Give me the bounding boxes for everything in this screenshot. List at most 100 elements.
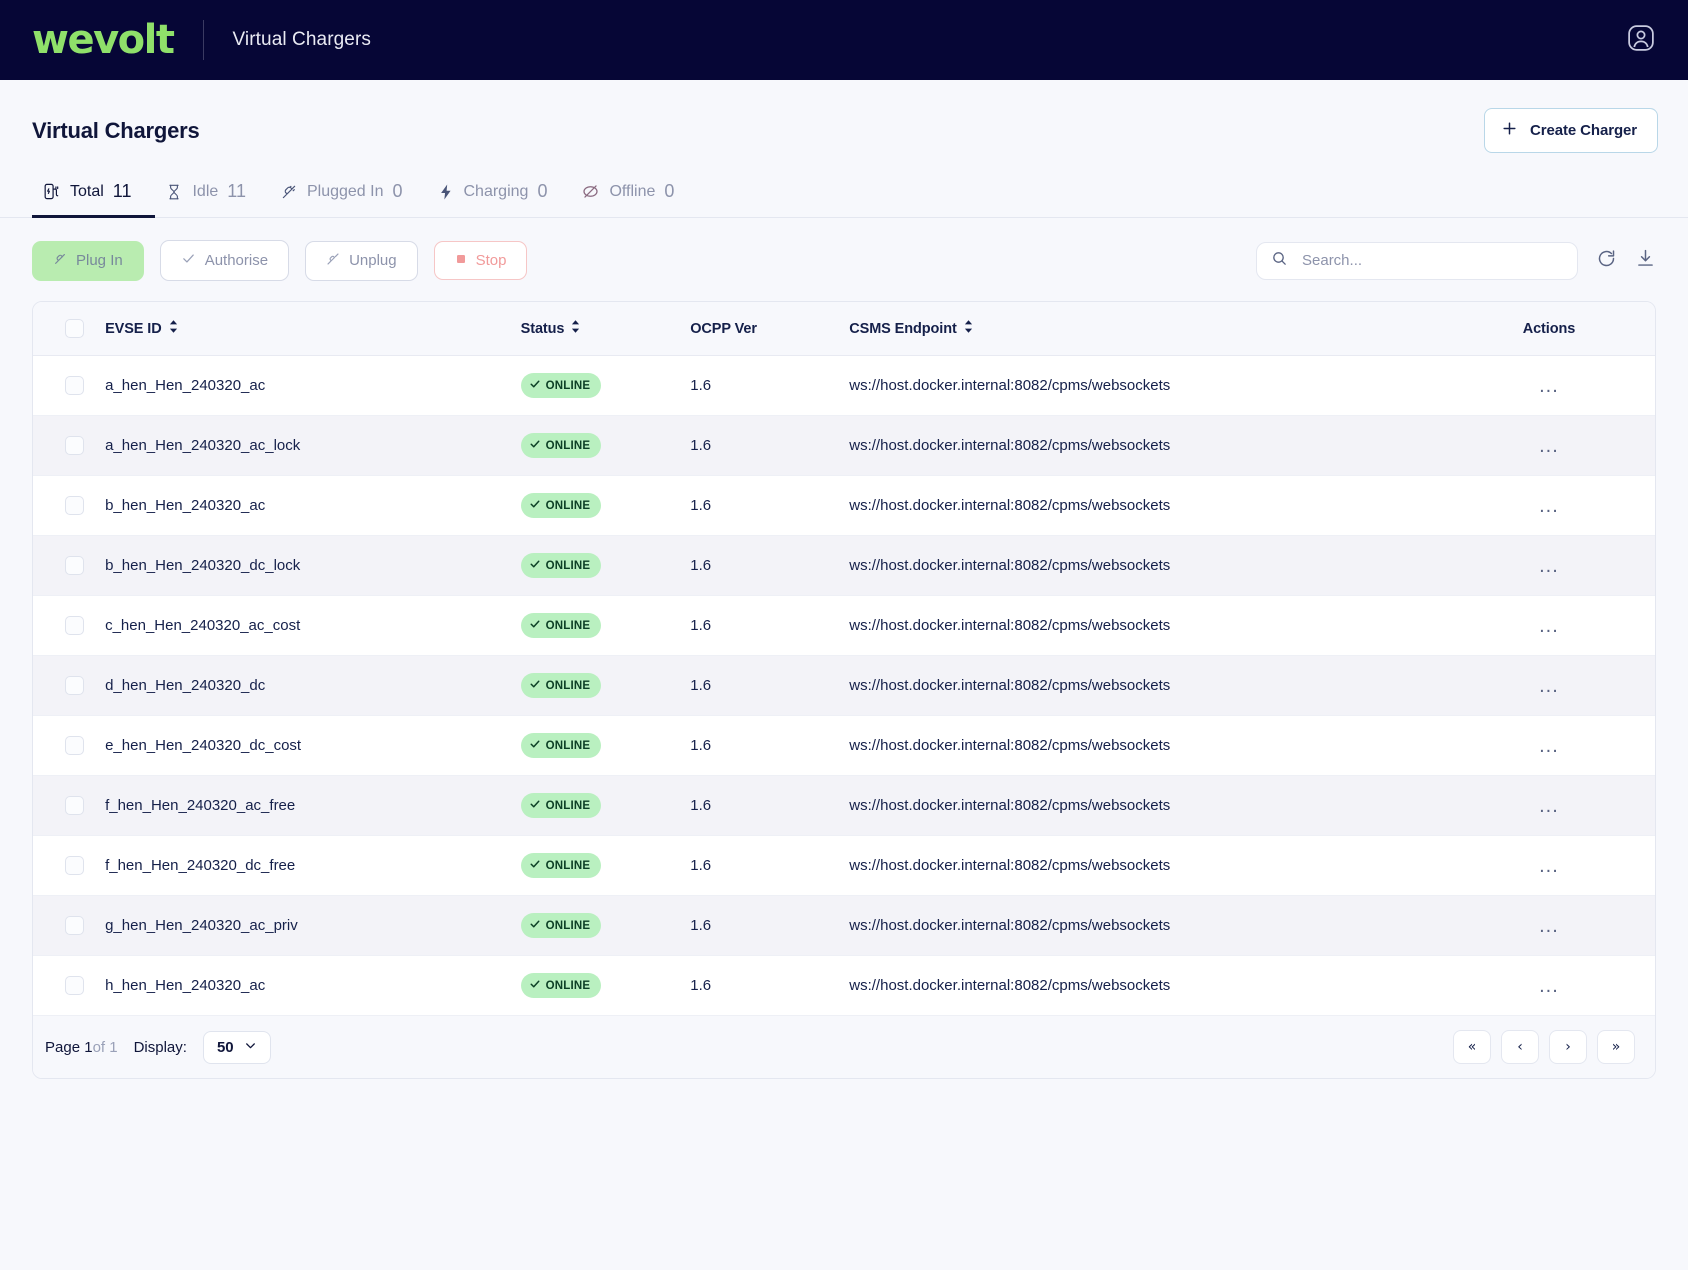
status-badge: ONLINE <box>520 733 602 758</box>
row-actions-menu-button[interactable]: ... <box>1539 616 1559 636</box>
table-row[interactable]: g_hen_Hen_240320_ac_priv ONLINE 1.6 ws://ho… <box>33 895 1655 956</box>
row-select-cell <box>33 895 106 956</box>
status-badge: ONLINE <box>520 913 602 938</box>
cell-ocpp-ver: 1.6 <box>690 355 850 416</box>
first-page-button[interactable]: « <box>1453 1030 1491 1064</box>
tab-total[interactable]: Total 11 <box>32 171 156 218</box>
row-checkbox[interactable] <box>65 616 84 635</box>
account-avatar-button[interactable] <box>1624 23 1658 57</box>
row-actions-menu-button[interactable]: ... <box>1539 436 1559 456</box>
status-badge-label: ONLINE <box>545 439 591 452</box>
table-row[interactable]: f_hen_Hen_240320_dc_free ONLINE 1.6 ws://ho… <box>33 835 1655 896</box>
tab-charging[interactable]: Charging 0 <box>427 171 572 218</box>
plug-in-button[interactable]: Plug In <box>32 240 144 281</box>
column-header-evse-id[interactable]: EVSE ID <box>105 302 521 356</box>
unplug-button[interactable]: Unplug <box>305 240 418 281</box>
select-all-header <box>33 302 106 356</box>
row-checkbox[interactable] <box>65 796 84 815</box>
status-tabs: Total 11 Idle 11 Plugged In 0 Charging 0… <box>0 171 1688 218</box>
cell-ocpp-ver: 1.6 <box>690 895 850 956</box>
status-badge-label: ONLINE <box>545 379 591 392</box>
next-page-button[interactable]: › <box>1549 1030 1587 1064</box>
cell-csms-endpoint: ws://host.docker.internal:8082/cpms/webs… <box>849 895 1443 956</box>
chargers-table-card: EVSE ID Status OCPP Ver CSMS Endpoint Ac… <box>32 301 1656 1079</box>
search-input[interactable] <box>1302 252 1563 269</box>
cell-evse-id: c_hen_Hen_240320_ac_cost <box>105 595 521 656</box>
table-row[interactable]: d_hen_Hen_240320_dc ONLINE 1.6 ws://host.do… <box>33 655 1655 716</box>
table-row[interactable]: b_hen_Hen_240320_ac ONLINE 1.6 ws://host.do… <box>33 475 1655 536</box>
row-checkbox[interactable] <box>65 436 84 455</box>
stop-button[interactable]: Stop <box>433 241 528 280</box>
cell-evse-id: b_hen_Hen_240320_dc_lock <box>105 535 521 596</box>
row-actions-menu-button[interactable]: ... <box>1539 376 1559 396</box>
row-checkbox[interactable] <box>65 976 84 995</box>
status-badge: ONLINE <box>520 373 602 398</box>
column-header-status[interactable]: Status <box>520 302 691 356</box>
tab-idle[interactable]: Idle 11 <box>155 171 269 218</box>
check-icon <box>529 858 541 873</box>
bulk-actions-group: Plug In Authorise Unplug Stop <box>32 240 528 281</box>
authorise-button[interactable]: Authorise <box>159 240 290 281</box>
row-checkbox[interactable] <box>65 916 84 935</box>
download-button[interactable] <box>1635 248 1656 274</box>
cell-evse-id: f_hen_Hen_240320_dc_free <box>105 835 521 896</box>
search-box[interactable] <box>1256 241 1578 280</box>
cell-status: ONLINE <box>520 475 691 536</box>
row-actions-menu-button[interactable]: ... <box>1539 736 1559 756</box>
cell-status: ONLINE <box>520 895 691 956</box>
row-checkbox[interactable] <box>65 676 84 695</box>
row-checkbox[interactable] <box>65 496 84 515</box>
row-actions-menu-button[interactable]: ... <box>1539 976 1559 996</box>
row-checkbox[interactable] <box>65 556 84 575</box>
prev-page-button[interactable]: ‹ <box>1501 1030 1539 1064</box>
tab-offline[interactable]: Offline 0 <box>571 171 698 218</box>
cell-csms-endpoint: ws://host.docker.internal:8082/cpms/webs… <box>849 355 1443 416</box>
tab-total-count: 11 <box>112 181 132 201</box>
row-actions-menu-button[interactable]: ... <box>1539 916 1559 936</box>
table-row[interactable]: h_hen_Hen_240320_ac ONLINE 1.6 ws://host.do… <box>33 956 1655 1016</box>
cell-ocpp-ver: 1.6 <box>690 595 850 656</box>
check-icon <box>529 978 541 993</box>
row-select-cell <box>33 595 106 656</box>
cell-actions: ... <box>1442 775 1655 836</box>
last-page-button[interactable]: » <box>1597 1030 1635 1064</box>
row-actions-menu-button[interactable]: ... <box>1539 856 1559 876</box>
table-row[interactable]: a_hen_Hen_240320_ac_lock ONLINE 1.6 ws://ho… <box>33 415 1655 476</box>
refresh-button[interactable] <box>1596 248 1617 274</box>
table-row[interactable]: b_hen_Hen_240320_dc_lock ONLINE 1.6 ws://ho… <box>33 535 1655 596</box>
unplug-icon <box>326 252 340 270</box>
stop-label: Stop <box>475 252 507 269</box>
row-checkbox[interactable] <box>65 736 84 755</box>
status-badge: ONLINE <box>520 673 602 698</box>
cell-csms-endpoint: ws://host.docker.internal:8082/cpms/webs… <box>849 535 1443 596</box>
cell-ocpp-ver: 1.6 <box>690 775 850 836</box>
search-and-tools <box>1256 241 1656 280</box>
table-row[interactable]: c_hen_Hen_240320_ac_cost ONLINE 1.6 ws://ho… <box>33 595 1655 656</box>
hourglass-icon <box>165 183 183 201</box>
select-all-checkbox[interactable] <box>65 319 84 338</box>
row-checkbox[interactable] <box>65 376 84 395</box>
page-suffix: of 1 <box>92 1038 118 1056</box>
row-actions-menu-button[interactable]: ... <box>1539 556 1559 576</box>
stop-square-icon <box>455 252 467 269</box>
tab-plugged-in[interactable]: Plugged In 0 <box>270 171 427 218</box>
table-row[interactable]: a_hen_Hen_240320_ac ONLINE 1.6 ws://host.do… <box>33 355 1655 416</box>
create-charger-button[interactable]: Create Charger <box>1484 108 1658 153</box>
row-actions-menu-button[interactable]: ... <box>1539 796 1559 816</box>
cell-status: ONLINE <box>520 775 691 836</box>
cell-csms-endpoint: ws://host.docker.internal:8082/cpms/webs… <box>849 475 1443 536</box>
page-size-select[interactable]: 50 <box>202 1030 271 1064</box>
table-row[interactable]: e_hen_Hen_240320_dc_cost ONLINE 1.6 ws://ho… <box>33 715 1655 776</box>
row-actions-menu-button[interactable]: ... <box>1539 676 1559 696</box>
row-checkbox[interactable] <box>65 856 84 875</box>
table-header-row: EVSE ID Status OCPP Ver CSMS Endpoint Ac… <box>33 302 1655 356</box>
row-actions-menu-button[interactable]: ... <box>1539 496 1559 516</box>
chevron-down-icon <box>244 1039 257 1056</box>
column-header-csms-endpoint[interactable]: CSMS Endpoint <box>849 302 1443 356</box>
table-row[interactable]: f_hen_Hen_240320_ac_free ONLINE 1.6 ws://ho… <box>33 775 1655 836</box>
status-badge: ONLINE <box>520 613 602 638</box>
tab-charging-count: 0 <box>537 181 548 201</box>
row-select-cell <box>33 475 106 536</box>
table-footer: Page 1of 1 Display: 50 « ‹ › » <box>33 1015 1655 1078</box>
column-label-actions: Actions <box>1522 320 1576 337</box>
